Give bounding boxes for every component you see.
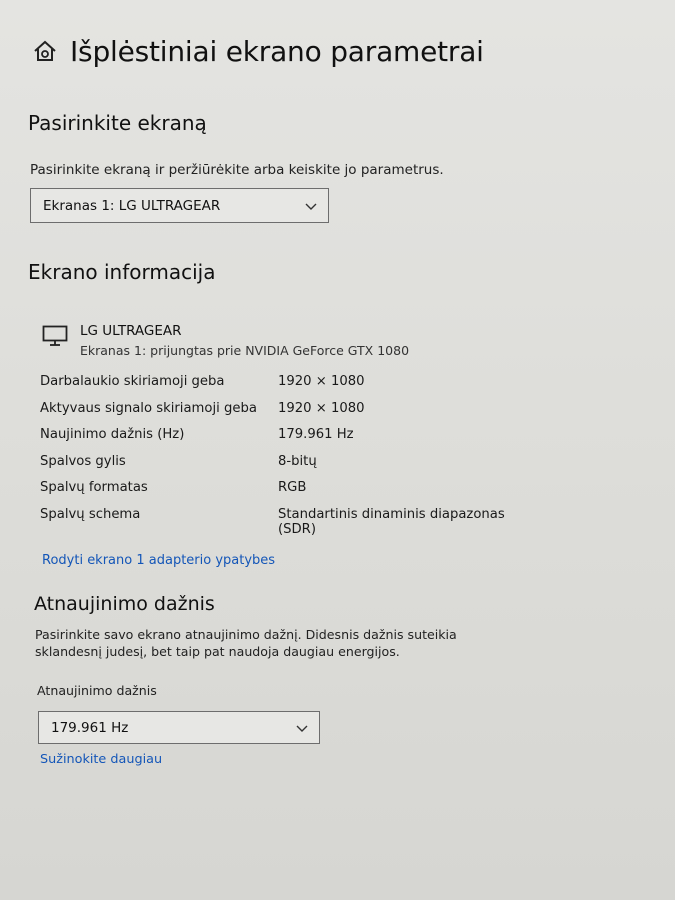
info-value: 8-bitų — [278, 453, 317, 469]
info-label: Darbalaukio skiriamoji geba — [40, 374, 225, 389]
info-row-color-space: Spalvų schema Standartinis dinaminis dia… — [40, 507, 510, 547]
chevron-down-icon — [296, 725, 308, 732]
refresh-rate-description: Pasirinkite savo ekrano atnaujinimo dažn… — [35, 627, 457, 659]
info-value: 179.961 Hz — [278, 427, 354, 442]
display-info-heading: Ekrano informacija — [28, 260, 216, 284]
info-value: Standartinis dinaminis diapazonas (SDR) — [278, 506, 505, 537]
info-row-refresh-rate: Naujinimo dažnis (Hz) 179.961 Hz — [40, 427, 510, 454]
monitor-icon — [42, 325, 68, 346]
info-row-bit-depth: Spalvos gylis 8-bitų — [40, 454, 510, 481]
monitor-summary: LG ULTRAGEAR Ekranas 1: prijungtas prie … — [42, 323, 409, 358]
info-label: Spalvos gylis — [40, 453, 126, 469]
display-select-dropdown[interactable]: Ekranas 1: LG ULTRAGEAR — [30, 188, 329, 223]
home-gear-icon[interactable] — [28, 34, 62, 68]
settings-page: Išplėstiniai ekrano parametrai Pasirinki… — [0, 0, 675, 900]
adapter-properties-link[interactable]: Rodyti ekrano 1 adapterio ypatybes — [42, 553, 275, 568]
refresh-rate-heading: Atnaujinimo dažnis — [34, 593, 215, 615]
info-label: Spalvų schema — [40, 506, 141, 522]
select-display-description: Pasirinkite ekraną ir peržiūrėkite arba … — [30, 162, 444, 178]
info-row-signal-resolution: Aktyvaus signalo skiriamoji geba 1920 × … — [40, 401, 510, 428]
info-value: 1920 × 1080 — [278, 374, 365, 389]
info-label: Naujinimo dažnis (Hz) — [40, 427, 185, 442]
display-info-table: Darbalaukio skiriamoji geba 1920 × 1080 … — [40, 374, 510, 547]
info-value: RGB — [278, 480, 307, 495]
refresh-rate-value: 179.961 Hz — [51, 719, 129, 736]
info-row-color-format: Spalvų formatas RGB — [40, 480, 510, 507]
chevron-down-icon — [305, 203, 317, 210]
display-select-value: Ekranas 1: LG ULTRAGEAR — [43, 197, 221, 214]
refresh-rate-dropdown[interactable]: 179.961 Hz — [38, 711, 320, 744]
info-row-desktop-resolution: Darbalaukio skiriamoji geba 1920 × 1080 — [40, 374, 510, 401]
info-label: Aktyvaus signalo skiriamoji geba — [40, 400, 257, 416]
page-title: Išplėstiniai ekrano parametrai — [70, 34, 484, 68]
info-label: Spalvų formatas — [40, 480, 148, 495]
select-display-heading: Pasirinkite ekraną — [28, 111, 207, 135]
info-value: 1920 × 1080 — [278, 400, 365, 416]
page-header: Išplėstiniai ekrano parametrai — [28, 34, 484, 68]
monitor-connection: Ekranas 1: prijungtas prie NVIDIA GeForc… — [80, 343, 410, 358]
monitor-name: LG ULTRAGEAR — [80, 323, 182, 339]
learn-more-link[interactable]: Sužinokite daugiau — [40, 752, 162, 767]
refresh-rate-field-label: Atnaujinimo dažnis — [37, 683, 157, 698]
